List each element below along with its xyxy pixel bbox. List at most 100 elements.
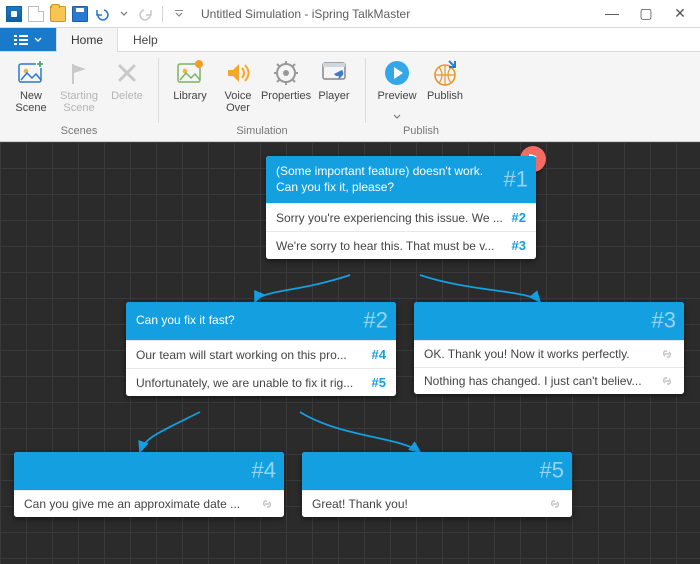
reply-text: Can you give me an approximate date ... xyxy=(24,497,260,511)
preview-button[interactable]: Preview xyxy=(374,56,420,123)
scene-question-text: Can you fix it fast? xyxy=(136,313,235,329)
library-button[interactable]: Library xyxy=(167,56,213,123)
reply-text: Sorry you're experiencing this issue. We… xyxy=(276,211,512,225)
chevron-down-icon xyxy=(393,114,401,120)
close-button[interactable]: ✕ xyxy=(672,5,688,22)
scene-node-5[interactable]: #5 Great! Thank you! xyxy=(302,452,572,517)
group-scenes-label: Scenes xyxy=(8,123,150,139)
scene-reply[interactable]: Nothing has changed. I just can't believ… xyxy=(414,367,684,394)
scene-reply[interactable]: Sorry you're experiencing this issue. We… xyxy=(266,203,536,231)
link-icon xyxy=(660,374,674,388)
window-controls: — ▢ ✕ xyxy=(604,5,694,22)
starting-scene-button: Starting Scene xyxy=(56,56,102,123)
new-scene-label: New Scene xyxy=(10,90,52,114)
new-scene-icon xyxy=(16,58,46,88)
maximize-button[interactable]: ▢ xyxy=(638,5,654,22)
group-simulation: Library Voice Over Properties Player xyxy=(163,54,361,141)
reply-text: OK. Thank you! Now it works perfectly. xyxy=(424,347,660,361)
scene-number: #3 xyxy=(652,307,676,336)
player-label: Player xyxy=(318,90,349,114)
player-button[interactable]: Player xyxy=(311,56,357,123)
reply-link-tag: #5 xyxy=(372,375,386,390)
scene-reply[interactable]: Our team will start working on this pro.… xyxy=(126,340,396,368)
voice-over-button[interactable]: Voice Over xyxy=(215,56,261,123)
properties-button[interactable]: Properties xyxy=(263,56,309,123)
app-logo-icon xyxy=(6,6,22,22)
voice-over-label: Voice Over xyxy=(217,90,259,114)
scene-node-2[interactable]: Can you fix it fast? #2 Our team will st… xyxy=(126,302,396,396)
undo-dropdown-icon[interactable] xyxy=(116,6,132,22)
scene-number: #4 xyxy=(252,457,276,486)
publish-label: Publish xyxy=(427,90,463,114)
reply-text: Nothing has changed. I just can't believ… xyxy=(424,374,660,388)
ribbon: New Scene Starting Scene Delete Scenes xyxy=(0,52,700,142)
library-icon xyxy=(175,58,205,88)
preview-label: Preview xyxy=(377,90,416,114)
delete-label: Delete xyxy=(111,90,143,114)
list-icon xyxy=(14,34,28,46)
scene-question: Can you fix it fast? #2 xyxy=(126,302,396,340)
delete-icon xyxy=(112,58,142,88)
redo-icon[interactable] xyxy=(138,6,154,22)
link-icon xyxy=(548,497,562,511)
group-publish: Preview Publish Publish xyxy=(370,54,472,141)
delete-button: Delete xyxy=(104,56,150,123)
quick-access-toolbar xyxy=(6,6,187,22)
scene-number: #2 xyxy=(364,307,388,336)
scene-question: #5 xyxy=(302,452,572,490)
scene-question: (Some important feature) doesn't work. C… xyxy=(266,156,536,203)
scene-reply[interactable]: Great! Thank you! xyxy=(302,490,572,517)
chevron-down-icon xyxy=(34,36,42,44)
properties-icon xyxy=(271,58,301,88)
link-icon xyxy=(660,347,674,361)
reply-link-tag: #4 xyxy=(372,347,386,362)
scene-reply[interactable]: We're sorry to hear this. That must be v… xyxy=(266,231,536,259)
window-title: Untitled Simulation - iSpring TalkMaster xyxy=(187,7,604,21)
reply-link-tag: #3 xyxy=(512,238,526,253)
scene-node-1[interactable]: (Some important feature) doesn't work. C… xyxy=(266,156,536,259)
properties-label: Properties xyxy=(261,90,311,114)
scene-node-4[interactable]: #4 Can you give me an approximate date .… xyxy=(14,452,284,517)
titlebar: Untitled Simulation - iSpring TalkMaster… xyxy=(0,0,700,28)
ribbon-tabs: Home Help xyxy=(0,28,700,52)
reply-text: We're sorry to hear this. That must be v… xyxy=(276,239,512,253)
scene-question-text: (Some important feature) doesn't work. C… xyxy=(276,164,496,195)
open-icon[interactable] xyxy=(50,6,66,22)
scene-reply[interactable]: Can you give me an approximate date ... xyxy=(14,490,284,517)
scene-reply[interactable]: OK. Thank you! Now it works perfectly. xyxy=(414,340,684,367)
qat-separator xyxy=(162,6,163,22)
group-scenes: New Scene Starting Scene Delete Scenes xyxy=(4,54,154,141)
scene-question: #3 xyxy=(414,302,684,340)
undo-icon[interactable] xyxy=(94,6,110,22)
group-simulation-label: Simulation xyxy=(167,123,357,139)
new-scene-button[interactable]: New Scene xyxy=(8,56,54,123)
qat-customize-icon[interactable] xyxy=(171,6,187,22)
player-icon xyxy=(319,58,349,88)
reply-text: Great! Thank you! xyxy=(312,497,548,511)
canvas[interactable]: (Some important feature) doesn't work. C… xyxy=(0,142,700,564)
group-publish-label: Publish xyxy=(374,123,468,139)
tab-help[interactable]: Help xyxy=(118,28,173,51)
tab-home[interactable]: Home xyxy=(56,28,118,51)
new-document-icon[interactable] xyxy=(28,6,44,22)
reply-text: Our team will start working on this pro.… xyxy=(136,348,372,362)
group-separator xyxy=(365,58,366,123)
starting-scene-label: Starting Scene xyxy=(58,90,100,114)
save-icon[interactable] xyxy=(72,6,88,22)
reply-link-tag: #2 xyxy=(512,210,526,225)
starting-scene-icon xyxy=(64,58,94,88)
scene-number: #1 xyxy=(504,165,528,194)
voice-over-icon xyxy=(223,58,253,88)
minimize-button[interactable]: — xyxy=(604,5,620,22)
scene-question: #4 xyxy=(14,452,284,490)
preview-icon xyxy=(382,58,412,88)
scene-reply[interactable]: Unfortunately, we are unable to fix it r… xyxy=(126,368,396,396)
library-label: Library xyxy=(173,90,207,114)
group-separator xyxy=(158,58,159,123)
scene-node-3[interactable]: #3 OK. Thank you! Now it works perfectly… xyxy=(414,302,684,394)
publish-icon xyxy=(430,58,460,88)
link-icon xyxy=(260,497,274,511)
reply-text: Unfortunately, we are unable to fix it r… xyxy=(136,376,372,390)
file-tab[interactable] xyxy=(0,28,56,51)
publish-button[interactable]: Publish xyxy=(422,56,468,123)
